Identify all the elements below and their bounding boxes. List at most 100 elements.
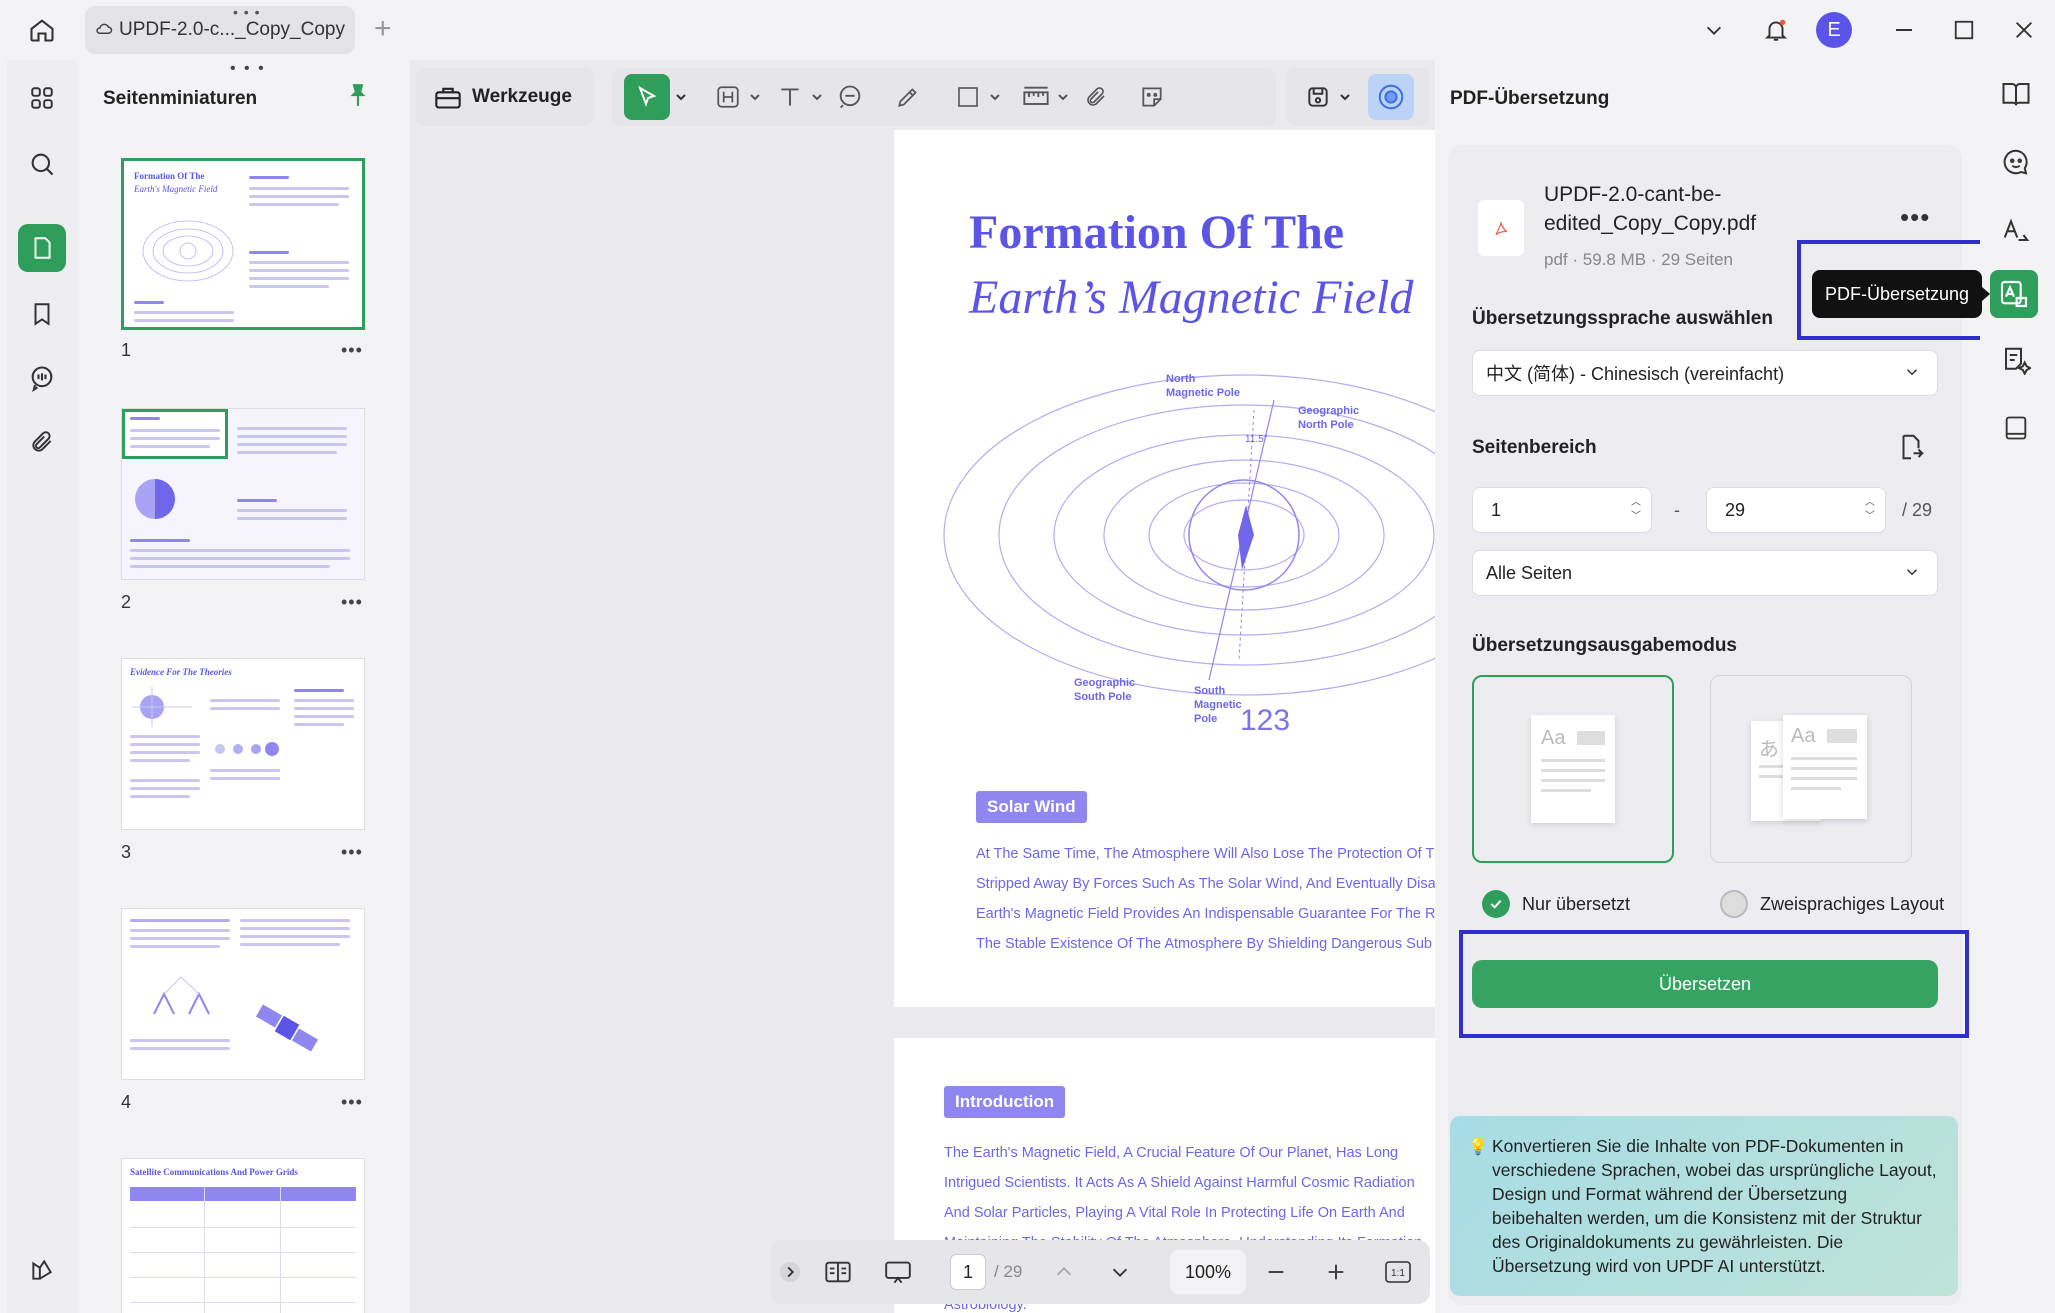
chevron-down-icon [1903, 563, 1921, 586]
page-total: / 29 [994, 1262, 1023, 1281]
chevron-down-icon[interactable] [670, 81, 692, 113]
thumbnail-more-button[interactable]: ••• [341, 592, 363, 613]
section-tag: Introduction [944, 1086, 1066, 1118]
bell-icon[interactable] [1760, 14, 1792, 46]
summarize-icon[interactable] [1994, 338, 2038, 382]
chevron-down-icon[interactable] [806, 81, 828, 113]
page-range-select[interactable]: Alle Seiten [1472, 550, 1938, 596]
chevron-down-icon[interactable] [984, 81, 1006, 113]
language-select[interactable]: 中文 (简体) - Chinesisch (vereinfacht) [1472, 350, 1938, 396]
shape-tool-icon[interactable] [952, 81, 984, 113]
save-tool-icon[interactable] [1302, 81, 1334, 113]
thumbnail-figure [142, 220, 234, 282]
paragraph-line: Stripped Away By Forces Such As The Sola… [976, 876, 1435, 892]
actual-size-icon[interactable]: 1:1 [1382, 1256, 1414, 1288]
paragraph-line: Earth's Magnetic Field Provides An Indis… [976, 906, 1435, 922]
satellite-figure [255, 1004, 319, 1052]
thumbnail-figure [135, 479, 175, 519]
page-range-settings-icon[interactable] [1896, 432, 1926, 467]
page-icon[interactable] [18, 224, 66, 272]
range-to-input[interactable]: 29 ︿ ﹀ [1706, 487, 1886, 533]
panel-drag-handle[interactable]: • • • [230, 60, 266, 78]
highlight-box-translate-button [1459, 930, 1969, 1038]
chevron-down-icon[interactable] [1334, 81, 1356, 113]
thumbnail-more-button[interactable]: ••• [341, 1092, 363, 1113]
select-tool-icon[interactable] [624, 74, 670, 120]
thumbnail-more-button[interactable]: ••• [341, 842, 363, 863]
avatar[interactable]: E [1816, 12, 1852, 48]
comment-icon[interactable] [18, 354, 66, 402]
chevron-down-icon[interactable] [1698, 14, 1730, 46]
grid-icon[interactable] [18, 74, 66, 122]
pdf-translate-icon[interactable] [1990, 270, 2038, 318]
maximize-icon[interactable] [1948, 14, 1980, 46]
page-subtitle: Earth’s Magnetic Field [969, 271, 1414, 324]
translate-icon[interactable] [1994, 208, 2038, 252]
figure-label: 11.5° [1245, 434, 1268, 445]
previous-page-icon[interactable] [1048, 1256, 1080, 1288]
chevron-right-icon[interactable] [778, 1256, 802, 1288]
stepper-arrows[interactable]: ︿ ﹀ [1865, 496, 1875, 524]
thumbnail-page-number: 2 [121, 592, 132, 612]
reading-mode-icon[interactable] [822, 1256, 854, 1288]
thumbnail-page-2[interactable] [121, 408, 365, 580]
tab-drag-handle[interactable]: • • • [233, 4, 260, 20]
tab-title: UPDF-2.0-c..._Copy_Copy [119, 19, 345, 40]
attachment-icon[interactable] [18, 418, 66, 466]
lightbulb-icon: 💡 [1468, 1139, 1488, 1156]
document-tab[interactable]: • • • UPDF-2.0-c..._Copy_Copy [85, 4, 355, 54]
thumbnail-page-number: 3 [121, 842, 132, 862]
radio-bilingual[interactable]: Zweisprachiges Layout [1720, 890, 1944, 918]
comment-tool-icon[interactable] [834, 81, 866, 113]
mode-only-translated-card[interactable]: Aa [1472, 675, 1674, 863]
zoom-in-icon[interactable] [1320, 1256, 1352, 1288]
tools-button[interactable]: Werkzeuge [416, 68, 594, 126]
chevron-down-icon[interactable] [1052, 81, 1074, 113]
file-more-button[interactable]: ••• [1900, 202, 1930, 233]
thumbnail-page-5[interactable]: Satellite Communications And Power Grids [121, 1158, 365, 1313]
zoom-out-icon[interactable] [1260, 1256, 1292, 1288]
highlight-tool-icon[interactable] [712, 81, 744, 113]
paragraph-line: Intrigued Scientists. It Acts As A Shiel… [944, 1175, 1415, 1191]
page-number-input[interactable]: 1 [950, 1254, 986, 1290]
title-bar: • • • UPDF-2.0-c..._Copy_Copy + E [0, 0, 2055, 60]
figure-label: Geographic North Pole [1298, 405, 1360, 431]
radio-only-translated[interactable]: Nur übersetzt [1482, 890, 1630, 918]
next-page-icon[interactable] [1104, 1256, 1136, 1288]
minimize-icon[interactable] [1888, 14, 1920, 46]
ai-chat-icon[interactable] [1994, 140, 2038, 184]
zoom-level[interactable]: 100% [1170, 1250, 1246, 1294]
file-name: UPDF-2.0-cant-be-edited_Copy_Copy.pdf [1544, 183, 1757, 235]
right-tool-rail [1980, 60, 2055, 1313]
layers-icon[interactable] [18, 1246, 66, 1294]
home-icon[interactable] [24, 12, 60, 48]
paragraph-line: At The Same Time, The Atmosphere Will Al… [976, 846, 1435, 862]
thumbnail-page-number: 4 [121, 1092, 132, 1112]
pin-icon[interactable] [347, 82, 369, 113]
text-tool-icon[interactable] [774, 81, 806, 113]
add-tab-button[interactable]: + [374, 14, 392, 44]
range-from-input[interactable]: 1 ︿ ﹀ [1472, 487, 1652, 533]
chevron-down-icon[interactable] [744, 81, 766, 113]
book-icon[interactable] [1994, 72, 2038, 116]
output-mode-label: Übersetzungsausgabemodus [1472, 635, 1737, 656]
thumbnail-more-button[interactable]: ••• [341, 340, 363, 361]
measure-tool-icon[interactable] [1020, 81, 1052, 113]
document-page-1: Formation Of The Earth’s Magnetic Field … [894, 130, 1435, 1007]
thumbnail-page-4[interactable] [121, 908, 365, 1080]
mode-bilingual-card[interactable]: あ Aa [1710, 675, 1912, 863]
presentation-icon[interactable] [882, 1256, 914, 1288]
reader-icon[interactable] [1994, 406, 2038, 450]
radio-circle [1720, 890, 1748, 918]
page-title: Formation Of The [969, 206, 1345, 259]
ai-assistant-icon[interactable] [1368, 74, 1414, 120]
thumbnail-page-1[interactable]: Formation Of The Earth's Magnetic Field [121, 158, 365, 330]
close-icon[interactable] [2008, 14, 2040, 46]
thumbnail-page-3[interactable]: Evidence For The Theories [121, 658, 365, 830]
bookmark-icon[interactable] [18, 290, 66, 338]
pen-tool-icon[interactable] [892, 81, 924, 113]
sticker-tool-icon[interactable] [1136, 81, 1168, 113]
search-icon[interactable] [18, 140, 66, 188]
attachment-tool-icon[interactable] [1080, 81, 1112, 113]
stepper-arrows[interactable]: ︿ ﹀ [1631, 496, 1641, 524]
